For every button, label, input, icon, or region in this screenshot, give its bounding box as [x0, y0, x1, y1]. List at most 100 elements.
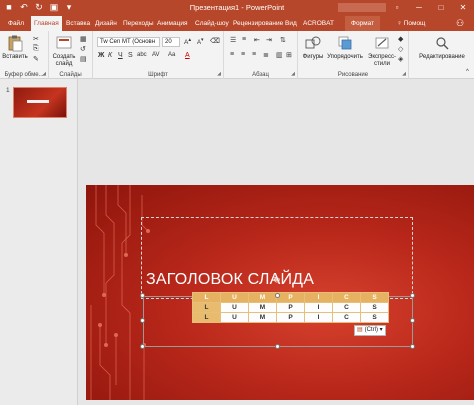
slide-table[interactable]: L U M P I C S L U M P I C S L U M P I C … — [192, 292, 389, 323]
char-spacing-button[interactable]: AV — [152, 52, 160, 58]
paste-options-button[interactable]: ▤ (Ctrl) ▾ — [354, 325, 386, 336]
table-cell[interactable]: L — [192, 292, 221, 303]
resize-handle[interactable] — [410, 293, 415, 298]
table-cell[interactable]: P — [276, 302, 305, 313]
tab-view[interactable]: Вид — [285, 16, 297, 31]
shadow-button[interactable]: abc — [137, 52, 147, 58]
magnifier-icon — [436, 37, 449, 50]
fill-icon[interactable]: ◆ — [398, 35, 403, 43]
table-cell[interactable]: M — [248, 302, 277, 313]
arrange-label: Упорядочить — [327, 54, 363, 60]
table-cell[interactable]: L — [192, 312, 221, 323]
table-cell[interactable]: U — [220, 292, 249, 303]
slide-title[interactable]: ЗАГОЛОВОК СЛАЙДА — [146, 271, 314, 289]
clear-format-icon[interactable]: ⌫ — [210, 37, 220, 45]
clipboard-launcher-icon[interactable]: ◢ — [42, 71, 46, 77]
increase-indent-icon[interactable]: ⇥ — [266, 36, 272, 44]
table-cell[interactable]: I — [304, 292, 333, 303]
tab-review[interactable]: Рецензирование — [233, 16, 283, 31]
grow-font-icon[interactable]: A▴ — [184, 37, 191, 46]
align-center-icon[interactable]: ≡ — [241, 51, 245, 58]
paragraph-launcher-icon[interactable]: ◢ — [291, 71, 295, 77]
ribbon-tabs: Файл Главная Вставка Дизайн Переходы Ани… — [0, 16, 474, 31]
table-cell[interactable]: I — [304, 312, 333, 323]
tab-file[interactable]: Файл — [8, 16, 24, 31]
table-cell[interactable]: M — [248, 312, 277, 323]
shapes-button[interactable]: Фигуры — [300, 34, 326, 61]
tab-acrobat[interactable]: ACROBAT — [303, 16, 334, 31]
resize-handle[interactable] — [410, 344, 415, 349]
tab-insert[interactable]: Вставка — [66, 16, 90, 31]
table-cell[interactable]: L — [192, 302, 221, 313]
resize-handle[interactable] — [140, 293, 145, 298]
table-cell[interactable]: S — [360, 302, 389, 313]
resize-handle[interactable] — [275, 293, 280, 298]
align-left-icon[interactable]: ≡ — [230, 51, 234, 58]
cut-icon[interactable]: ✂ — [33, 35, 39, 43]
table-cell[interactable]: S — [360, 312, 389, 323]
editing-button[interactable]: Редактирование — [415, 34, 469, 61]
minimize-icon[interactable]: ─ — [408, 0, 430, 16]
font-name-select[interactable]: Tw Cen MT (Основн — [97, 37, 160, 47]
font-size-select[interactable]: 20 — [162, 37, 180, 47]
table-cell[interactable]: M — [248, 292, 277, 303]
table-cell[interactable]: U — [220, 312, 249, 323]
resize-handle[interactable] — [140, 344, 145, 349]
table-cell[interactable]: P — [276, 312, 305, 323]
close-icon[interactable]: ✕ — [452, 0, 474, 16]
tab-slideshow[interactable]: Слайд-шоу — [195, 16, 229, 31]
paste-button[interactable]: Вставить — [2, 34, 28, 61]
underline-button[interactable]: Ч — [118, 52, 123, 59]
font-group-label: Шрифт — [148, 72, 168, 78]
decrease-indent-icon[interactable]: ⇤ — [254, 36, 260, 44]
columns-icon[interactable]: ▥ — [276, 51, 283, 59]
layout-icon[interactable]: ▦ — [80, 35, 87, 43]
arrange-button[interactable]: Упорядочить — [324, 34, 366, 61]
bullets-icon[interactable]: ☰ — [230, 36, 236, 44]
align-right-icon[interactable]: ≡ — [252, 51, 256, 58]
tab-transitions[interactable]: Переходы — [123, 16, 154, 31]
resize-handle[interactable] — [410, 318, 415, 323]
resize-handle[interactable] — [275, 344, 280, 349]
font-color-button[interactable]: A — [185, 52, 190, 59]
table-cell[interactable]: C — [332, 312, 361, 323]
ribbon-display-icon[interactable]: ▫ — [386, 0, 408, 16]
effects-icon[interactable]: ◈ — [398, 55, 403, 63]
tab-animations[interactable]: Анимация — [157, 16, 188, 31]
numbering-icon[interactable]: ≡ — [242, 36, 246, 43]
collapse-ribbon-icon[interactable]: ^ — [466, 69, 469, 75]
copy-icon[interactable]: ⎘ — [33, 45, 39, 53]
account-name[interactable] — [338, 3, 386, 12]
section-icon[interactable]: ▤ — [80, 55, 87, 63]
new-slide-button[interactable]: Создать слайд — [52, 34, 76, 68]
table-cell[interactable]: U — [220, 302, 249, 313]
share-icon[interactable]: ⚇ — [454, 18, 466, 29]
tab-home[interactable]: Главная — [31, 16, 62, 31]
justify-icon[interactable]: ≣ — [263, 51, 269, 59]
italic-button[interactable]: К — [108, 52, 112, 59]
table-cell[interactable]: C — [332, 292, 361, 303]
smartart-icon[interactable]: ⊞ — [286, 51, 292, 59]
maximize-icon[interactable]: □ — [430, 0, 452, 16]
tab-format[interactable]: Формат — [345, 16, 381, 31]
drawing-launcher-icon[interactable]: ◢ — [402, 71, 406, 77]
table-cell[interactable]: C — [332, 302, 361, 313]
change-case-button[interactable]: Aa — [168, 52, 175, 58]
table-cell[interactable]: S — [360, 292, 389, 303]
shrink-font-icon[interactable]: A▾ — [197, 37, 204, 46]
outline-icon[interactable]: ◇ — [398, 45, 403, 53]
tab-design[interactable]: Дизайн — [95, 16, 117, 31]
help-search[interactable]: ♀ Помощ — [397, 16, 425, 31]
font-launcher-icon[interactable]: ◢ — [217, 71, 221, 77]
rotate-handle-icon[interactable]: ↻ — [273, 275, 281, 286]
format-painter-icon[interactable]: ✎ — [33, 55, 39, 63]
table-cell[interactable]: I — [304, 302, 333, 313]
table-cell[interactable]: P — [276, 292, 305, 303]
strikethrough-button[interactable]: S — [128, 52, 133, 59]
reset-icon[interactable]: ↺ — [80, 45, 86, 53]
text-direction-icon[interactable]: ⇅ — [280, 36, 286, 44]
table-row: L U M P I C S — [192, 312, 389, 323]
resize-handle[interactable] — [140, 318, 145, 323]
quick-styles-button[interactable]: Экспресс- стили — [364, 34, 400, 68]
bold-button[interactable]: Ж — [98, 52, 104, 59]
